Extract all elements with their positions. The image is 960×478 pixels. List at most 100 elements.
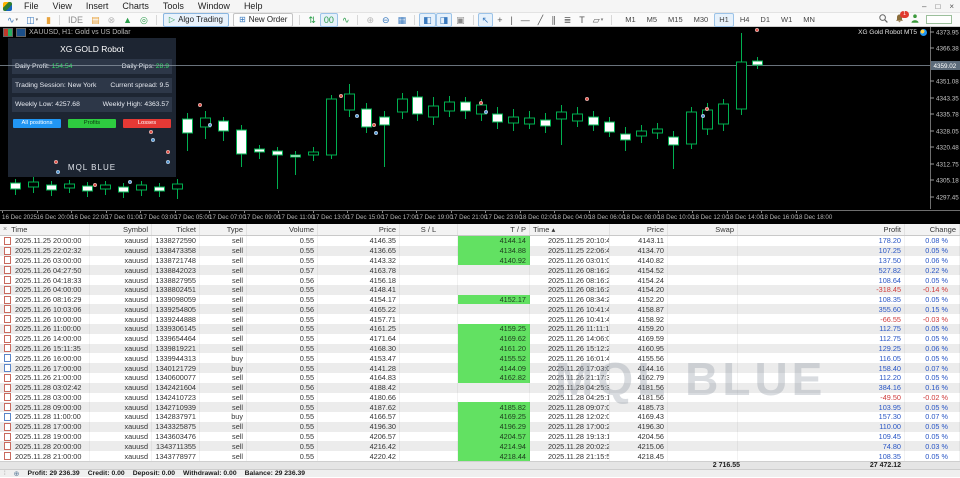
split-left-icon[interactable]: ◧ <box>419 13 436 27</box>
all-positions-button[interactable]: All positions <box>13 119 61 128</box>
profits-button[interactable]: Profits <box>68 119 116 128</box>
timeframe-w1[interactable]: W1 <box>776 13 797 27</box>
metaeditor-icon[interactable]: IDE <box>64 13 87 27</box>
new-order-button[interactable]: ⊞New Order <box>233 13 293 27</box>
history-row[interactable]: 2025.11.28 20:00:00xauusd1343711355sell0… <box>0 441 960 451</box>
col-header-type[interactable]: Type <box>200 224 247 235</box>
history-row[interactable]: 2025.11.26 17:00:00xauusd1340121729buy0.… <box>0 363 960 373</box>
history-row[interactable]: 2025.11.26 10:00:00xauusd1339244888sell0… <box>0 314 960 324</box>
history-row[interactable]: 2025.11.26 21:00:00xauusd1340600077sell0… <box>0 373 960 383</box>
notifications-bell-icon[interactable]: 1 <box>895 14 904 25</box>
market-icon[interactable]: ▤ <box>87 13 104 27</box>
col-header-ticket[interactable]: Ticket <box>152 224 200 235</box>
col-header-volume[interactable]: Volume <box>247 224 318 235</box>
col-header-price[interactable]: Price <box>318 224 400 235</box>
fibonacci-icon[interactable]: ≣ <box>560 13 576 27</box>
timeframe-m5[interactable]: M5 <box>642 13 662 27</box>
history-row[interactable]: 2025.11.28 19:00:00xauusd1343603476sell0… <box>0 432 960 442</box>
community-user-icon[interactable] <box>911 14 919 25</box>
timeframe-m30[interactable]: M30 <box>689 13 714 27</box>
losses-button[interactable]: Losses <box>123 119 171 128</box>
col-header-change[interactable]: Change <box>905 224 960 235</box>
cell-volume: 0.55 <box>247 451 318 461</box>
tile-windows-icon[interactable]: ▦ <box>394 13 411 27</box>
crosshair-icon[interactable]: + <box>493 13 506 27</box>
timeframe-h4[interactable]: H4 <box>735 13 755 27</box>
history-row[interactable]: 2025.11.26 16:00:00xauusd1339944313buy0.… <box>0 353 960 363</box>
menu-file[interactable]: File <box>17 1 46 11</box>
mute-icon[interactable]: ⊗ <box>104 13 120 27</box>
history-row[interactable]: 2025.11.28 21:00:00xauusd1343778977sell0… <box>0 451 960 461</box>
history-row[interactable]: 2025.11.26 04:18:33xauusd1338827955sell0… <box>0 275 960 285</box>
bar-chart-style-icon[interactable]: ▮ <box>42 13 55 27</box>
menu-window[interactable]: Window <box>191 1 237 11</box>
history-row[interactable]: 2025.11.26 08:16:29xauusd1339098059sell0… <box>0 295 960 305</box>
history-row[interactable]: 2025.11.25 20:00:00xauusd1338272590sell0… <box>0 236 960 246</box>
col-header-profit[interactable]: Profit <box>738 224 905 235</box>
shapes-icon[interactable]: ▱▾ <box>589 13 607 27</box>
timeframe-d1[interactable]: D1 <box>755 13 775 27</box>
history-row[interactable]: 2025.11.26 15:11:35xauusd1339819221sell0… <box>0 344 960 354</box>
menu-charts[interactable]: Charts <box>115 1 156 11</box>
menu-help[interactable]: Help <box>237 1 270 11</box>
split-right-icon[interactable]: ◨ <box>436 13 453 27</box>
history-row[interactable]: 2025.11.25 22:02:32xauusd1338473358sell0… <box>0 246 960 256</box>
maximize-button[interactable]: □ <box>935 2 940 11</box>
menu-insert[interactable]: Insert <box>79 1 116 11</box>
col-header-close_price[interactable]: Price <box>610 224 668 235</box>
candlestick-style-icon[interactable]: ◫▾ <box>22 13 42 27</box>
col-header-sl[interactable]: S / L <box>400 224 458 235</box>
trendline-icon[interactable]: ╱ <box>534 13 547 27</box>
timeframe-m1[interactable]: M1 <box>620 13 640 27</box>
close-button[interactable]: × <box>949 2 954 11</box>
zoom-in-icon[interactable]: ⊕ <box>362 13 378 27</box>
history-row[interactable]: 2025.11.26 04:27:50xauusd1338842023sell0… <box>0 265 960 275</box>
close-toolbox-icon[interactable]: × <box>3 226 7 233</box>
cell-close_time: 2025.11.26 17:03:09 <box>530 363 610 373</box>
zoom-out-icon[interactable]: ⊖ <box>378 13 394 27</box>
col-header-tp[interactable]: T / P <box>458 224 530 235</box>
chart-mode-icon[interactable] <box>16 28 26 37</box>
history-row[interactable]: 2025.11.28 11:00:00xauusd1342837971buy0.… <box>0 412 960 422</box>
cell-change: 0.05 % <box>905 334 960 344</box>
history-row[interactable]: 2025.11.28 17:00:00xauusd1343325875sell0… <box>0 422 960 432</box>
history-row[interactable]: 2025.11.26 14:00:00xauusd1339654464sell0… <box>0 334 960 344</box>
chart-window[interactable]: XAUUSD, H1: Gold vs US Dollar XG Gold Ro… <box>0 27 960 210</box>
history-row[interactable]: 2025.11.26 04:00:00xauusd1338802451sell0… <box>0 285 960 295</box>
vertical-line-icon[interactable]: | <box>506 13 516 27</box>
timeframe-m15[interactable]: M15 <box>663 13 688 27</box>
menu-tools[interactable]: Tools <box>156 1 191 11</box>
col-header-time[interactable]: ×Time <box>0 224 90 235</box>
chart-grid-icon[interactable] <box>3 28 13 37</box>
history-row[interactable]: 2025.11.28 03:02:42xauusd1342421604sell0… <box>0 383 960 393</box>
timeframe-h1[interactable]: H1 <box>714 13 734 27</box>
chart-line-style-icon[interactable]: ∿▾ <box>3 13 22 27</box>
strategy-tester-icon[interactable]: ▲ <box>119 13 136 27</box>
algo-trading-button[interactable]: ▷Algo Trading <box>163 13 229 27</box>
col-header-symbol[interactable]: Symbol <box>90 224 152 235</box>
channel-icon[interactable]: ∥ <box>547 13 560 27</box>
depth-of-market-icon[interactable]: 00 <box>320 13 338 27</box>
col-header-swap[interactable]: Swap <box>668 224 738 235</box>
history-row[interactable]: 2025.11.26 03:00:00xauusd1338721748sell0… <box>0 256 960 266</box>
col-header-close_time[interactable]: Time ▴ <box>530 224 610 235</box>
history-row[interactable]: 2025.11.28 03:00:00xauusd1342410723sell0… <box>0 393 960 403</box>
time-axis[interactable]: 16 Dec 202516 Dec 20:0016 Dec 22:0017 De… <box>0 210 960 224</box>
history-row[interactable]: 2025.11.26 10:03:06xauusd1339254805sell0… <box>0 304 960 314</box>
text-tool-icon[interactable]: T <box>575 13 589 27</box>
screenshot-icon[interactable]: ▣ <box>452 13 469 27</box>
cell-change: 0.08 % <box>905 236 960 246</box>
history-row[interactable]: 2025.11.26 11:00:00xauusd1339306145sell0… <box>0 324 960 334</box>
cell-symbol: xauusd <box>90 285 152 295</box>
tick-chart-icon[interactable]: ⇅ <box>304 13 320 27</box>
minimize-button[interactable]: – <box>922 2 926 11</box>
menu-view[interactable]: View <box>46 1 79 11</box>
cursor-icon[interactable]: ↖ <box>478 13 494 27</box>
search-icon[interactable] <box>879 14 888 25</box>
market-watch-icon[interactable]: ∿ <box>338 13 354 27</box>
time-axis-label: 17 Dec 21:00 <box>451 214 488 221</box>
history-row[interactable]: 2025.11.28 09:00:00xauusd1342710939sell0… <box>0 402 960 412</box>
community-icon[interactable]: ◎ <box>136 13 152 27</box>
horizontal-line-icon[interactable]: ― <box>517 13 534 27</box>
timeframe-mn[interactable]: MN <box>798 13 820 27</box>
